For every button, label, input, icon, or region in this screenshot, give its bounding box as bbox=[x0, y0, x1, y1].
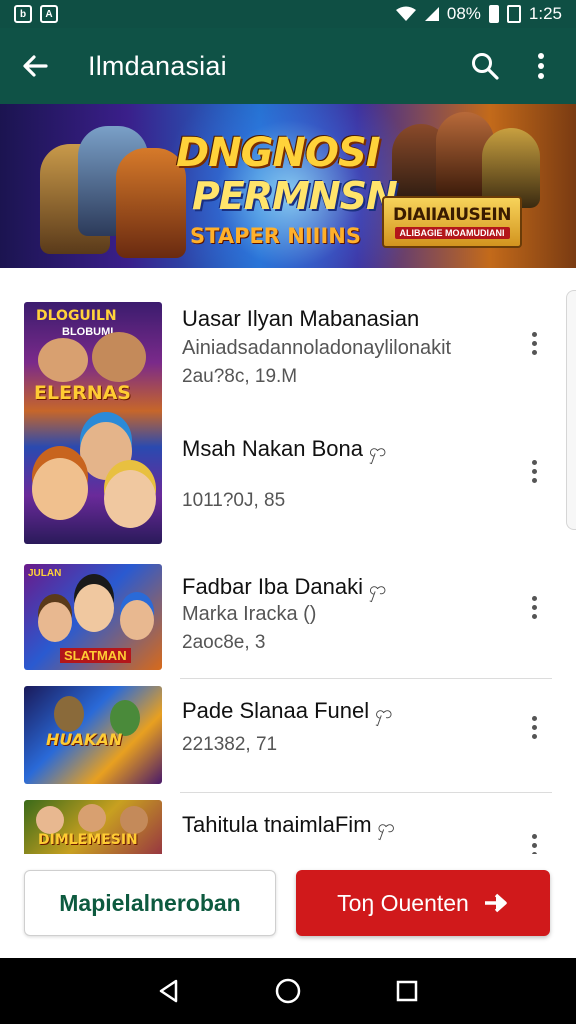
banner-title: DNGNOSI bbox=[176, 130, 381, 176]
item-meta: 2aoc8e, 3 bbox=[182, 632, 266, 653]
banner-tagline: STAPER NIIINS bbox=[190, 224, 362, 248]
item-title: Uasar Ilyan Mabanasian bbox=[182, 306, 420, 331]
divider bbox=[180, 792, 552, 793]
signal-icon bbox=[424, 7, 439, 21]
item-title: Msah Nakan Bona ႁာ bbox=[182, 436, 386, 465]
nav-back-icon[interactable] bbox=[149, 971, 189, 1011]
list-item[interactable]: Uasar Ilyan Mabanasian Ainiadsadannolado… bbox=[0, 268, 576, 408]
battery-icon bbox=[488, 5, 499, 23]
primary-button-label: Toŋ Ouenten bbox=[337, 889, 469, 916]
list-item[interactable]: Fadbar Iba Danaki ႁာ Marka Iracka () 2aoc… bbox=[0, 564, 576, 680]
item-title-text: Msah Nakan Bona bbox=[182, 436, 363, 461]
more-vert-icon[interactable] bbox=[522, 710, 546, 744]
item-description: Ainiadsadannoladonaylilonakit bbox=[182, 337, 452, 359]
item-title: Pade Slanaa Funel ႁာ bbox=[182, 698, 393, 727]
app-bar: Ilmdanasiai bbox=[0, 28, 576, 104]
list-item[interactable]: Msah Nakan Bona ႁာ 1011?0J, 85 bbox=[0, 408, 576, 548]
banner-subtitle: PERMNSN bbox=[192, 174, 398, 218]
item-title-glyph: ႁာ bbox=[369, 440, 387, 460]
arrow-right-icon bbox=[484, 893, 507, 913]
more-vert-icon[interactable] bbox=[522, 828, 546, 854]
status-bar: b A 08% 1:25 bbox=[0, 0, 576, 28]
banner-badge-title: DIAIIAIUSEIN bbox=[393, 205, 511, 225]
item-title-glyph: ႁာ bbox=[369, 578, 387, 598]
app-bar-actions bbox=[468, 49, 558, 83]
banner-badge-sub: ALIBAGIE MOAMUDIANI bbox=[394, 227, 510, 239]
item-meta: 2au?8c, 19.M bbox=[182, 366, 298, 387]
item-description: Marka Iracka () bbox=[182, 603, 317, 625]
nav-home-icon[interactable] bbox=[268, 971, 308, 1011]
item-meta: 1011?0J, 85 bbox=[182, 490, 286, 511]
more-vert-icon[interactable] bbox=[524, 49, 558, 83]
warning-icon: A bbox=[40, 5, 58, 23]
wifi-icon bbox=[395, 6, 416, 21]
item-title: Fadbar Iba Danaki ႁာ bbox=[182, 574, 386, 603]
battery-percent: 08% bbox=[446, 4, 481, 23]
more-vert-icon[interactable] bbox=[522, 326, 546, 360]
page-title: Ilmdanasiai bbox=[88, 50, 227, 81]
app-list: DLOGUILN BLOBUMI ELERNAS Uasar Ilyan Mab… bbox=[0, 268, 576, 854]
notification-icon: b bbox=[14, 5, 32, 23]
nav-recents-icon[interactable] bbox=[387, 971, 427, 1011]
list-item[interactable]: Tahitula tnaimlaFim ႁာ bbox=[0, 800, 576, 854]
item-title-text: Fadbar Iba Danaki bbox=[182, 574, 363, 599]
search-icon[interactable] bbox=[468, 49, 502, 83]
promo-banner[interactable]: DNGNOSI PERMNSN STAPER NIIINS DIAIIAIUSE… bbox=[0, 104, 576, 268]
secondary-button[interactable]: Mapielalneroban bbox=[24, 870, 276, 936]
item-title-text: Pade Slanaa Funel bbox=[182, 698, 370, 723]
system-nav-bar bbox=[0, 958, 576, 1024]
clock: 1:25 bbox=[528, 4, 562, 23]
primary-button[interactable]: Toŋ Ouenten bbox=[296, 870, 550, 936]
list-item[interactable]: Pade Slanaa Funel ႁာ 221382, 71 bbox=[0, 686, 576, 792]
banner-badge: DIAIIAIUSEIN ALIBAGIE MOAMUDIANI bbox=[382, 196, 522, 248]
item-meta: 221382, 71 bbox=[182, 734, 278, 755]
divider bbox=[180, 678, 552, 679]
status-notifications: b A bbox=[14, 5, 58, 23]
sim-icon bbox=[506, 5, 521, 23]
item-title: Tahitula tnaimlaFim ႁာ bbox=[182, 812, 395, 841]
item-title-text: Tahitula tnaimlaFim bbox=[182, 812, 372, 837]
item-title-glyph: ႁာ bbox=[377, 816, 395, 836]
more-vert-icon[interactable] bbox=[522, 454, 546, 488]
status-indicators: 08% 1:25 bbox=[395, 4, 562, 24]
more-vert-icon[interactable] bbox=[522, 590, 546, 624]
scroll-edge[interactable] bbox=[566, 290, 576, 530]
back-arrow-icon[interactable] bbox=[18, 49, 52, 83]
item-title-glyph: ႁာ bbox=[375, 702, 393, 722]
bottom-actions: Mapielalneroban Toŋ Ouenten bbox=[0, 854, 576, 958]
